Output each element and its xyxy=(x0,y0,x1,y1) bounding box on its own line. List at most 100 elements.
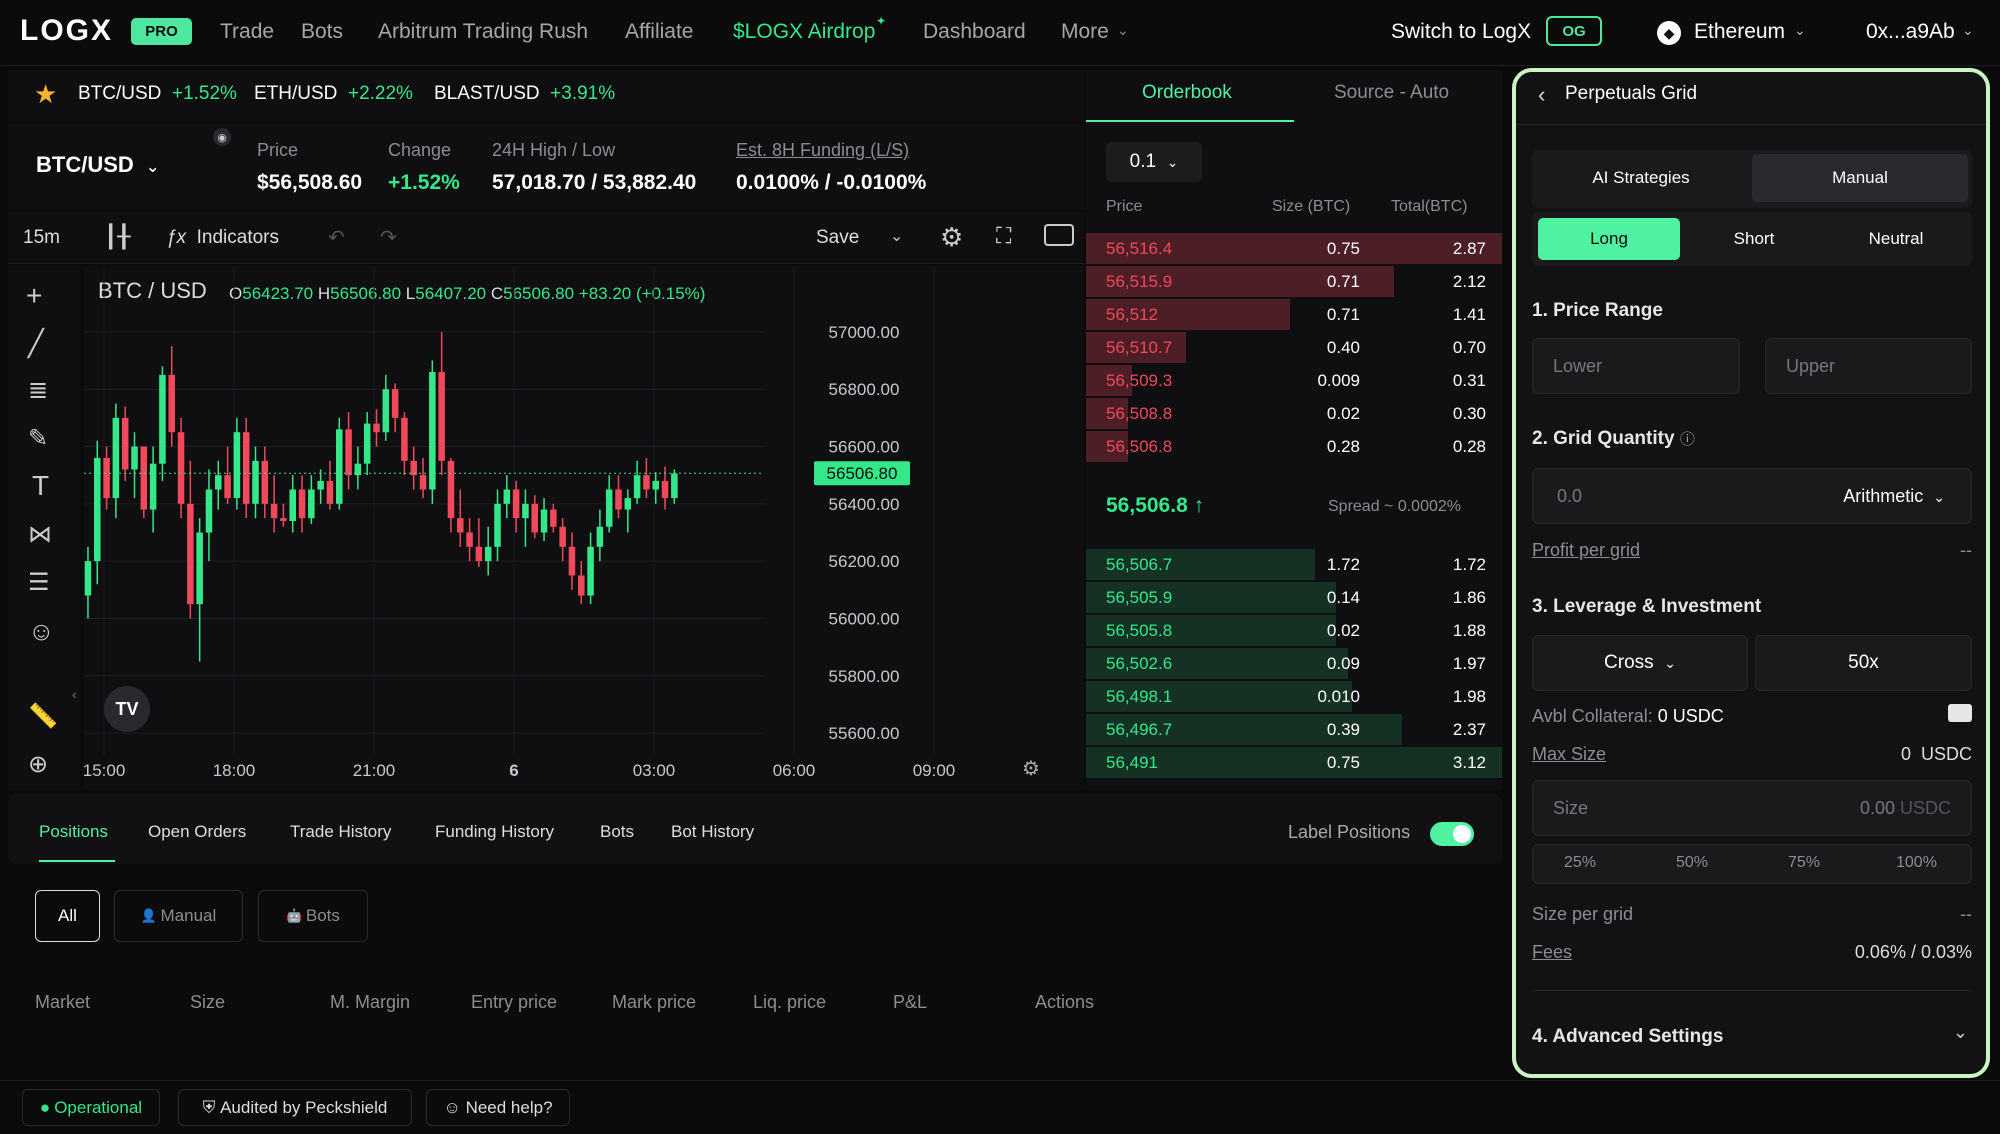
fullscreen-icon[interactable]: ⛶ xyxy=(996,223,1011,249)
pct-50[interactable]: 50% xyxy=(1676,854,1708,872)
upper-price-input[interactable]: Upper xyxy=(1765,338,1972,394)
bid-row[interactable]: 56,496.7 0.39 2.37 xyxy=(1086,713,1506,746)
undo-icon[interactable]: ↶ xyxy=(328,225,345,250)
chevron-down-icon[interactable]: ⌄ xyxy=(890,226,903,246)
audited-badge[interactable]: ⛨ Audited by Peckshield xyxy=(178,1089,412,1126)
wallet-address[interactable]: 0x...a9Ab xyxy=(1866,20,1955,44)
grid-quantity-input[interactable]: 0.0 Arithmetic ⌄ xyxy=(1532,468,1972,524)
bid-row[interactable]: 56,498.1 0.010 1.98 xyxy=(1086,680,1506,713)
side-neutral[interactable]: Neutral xyxy=(1826,218,1966,260)
settings-icon[interactable]: ⚙ xyxy=(940,222,963,253)
ticker-btc[interactable]: BTC/USD +1.52% xyxy=(78,83,237,105)
nav-affiliate[interactable]: Affiliate xyxy=(625,20,694,44)
ask-row[interactable]: 56,508.8 0.02 0.30 xyxy=(1086,397,1506,430)
price-chart[interactable]: BTC / USD O56423.70 H56506.80 L56407.20 … xyxy=(84,266,1084,790)
nav-dashboard[interactable]: Dashboard xyxy=(923,20,1026,44)
bid-row[interactable]: 56,506.7 1.72 1.72 xyxy=(1086,548,1506,581)
text-icon[interactable]: T xyxy=(32,470,49,502)
margin-mode-selector[interactable]: Cross ⌄ xyxy=(1532,635,1748,691)
mode-manual[interactable]: Manual xyxy=(1752,154,1968,202)
max-size-label[interactable]: Max Size xyxy=(1532,744,1606,765)
chart-settings-icon[interactable]: ⚙ xyxy=(1022,756,1040,781)
ask-row[interactable]: 56,512 0.71 1.41 xyxy=(1086,298,1506,331)
tick-size-selector[interactable]: 0.1 ⌄ xyxy=(1106,142,1202,182)
pct-100[interactable]: 100% xyxy=(1896,854,1937,872)
bid-row[interactable]: 56,505.9 0.14 1.86 xyxy=(1086,581,1506,614)
trend-line-icon[interactable]: ╱ xyxy=(28,328,44,359)
ask-row[interactable]: 56,510.7 0.40 0.70 xyxy=(1086,331,1506,364)
mode-ai-strategies[interactable]: AI Strategies xyxy=(1536,154,1746,202)
market-selector[interactable]: BTC/USD ⌄ xyxy=(36,152,159,178)
ask-row[interactable]: 56,516.4 0.75 2.87 xyxy=(1086,232,1506,265)
pct-75[interactable]: 75% xyxy=(1788,854,1820,872)
logo[interactable]: LOGX xyxy=(20,14,113,48)
info-icon[interactable]: ⓘ xyxy=(1680,431,1695,448)
side-long[interactable]: Long xyxy=(1538,218,1680,260)
profit-per-grid-label[interactable]: Profit per grid xyxy=(1532,540,1640,561)
funding-label[interactable]: Est. 8H Funding (L/S) xyxy=(736,140,909,161)
ticker-eth[interactable]: ETH/USD +2.22% xyxy=(254,83,413,105)
zoom-icon[interactable]: ⊕ xyxy=(28,750,48,779)
collapse-icon[interactable]: ◉ xyxy=(213,128,231,146)
ask-row[interactable]: 56,509.3 0.009 0.31 xyxy=(1086,364,1506,397)
bid-row[interactable]: 56,491 0.75 3.12 xyxy=(1086,746,1506,779)
candlestick-svg[interactable]: 57000.00 56800.00 56600.00 56400.00 56200.00… xyxy=(84,266,1084,790)
redo-icon[interactable]: ↷ xyxy=(380,225,397,250)
filter-manual[interactable]: 👤 Manual xyxy=(114,890,243,942)
switch-to-logx[interactable]: Switch to LogX xyxy=(1391,20,1531,44)
ask-row[interactable]: 56,506.8 0.28 0.28 xyxy=(1086,430,1506,463)
back-icon[interactable]: ‹ xyxy=(1538,82,1545,108)
tab-source-auto[interactable]: Source - Auto xyxy=(1334,82,1449,104)
camera-icon[interactable] xyxy=(1044,224,1074,246)
nav-more[interactable]: More xyxy=(1061,20,1109,44)
nav-arbitrum-trading-rush[interactable]: Arbitrum Trading Rush xyxy=(378,20,588,44)
fib-lines-icon[interactable]: ≣ xyxy=(28,376,48,405)
tab-trade-history[interactable]: Trade History xyxy=(290,822,391,842)
size-input[interactable]: Size 0.00 USDC xyxy=(1532,780,1972,836)
filter-all[interactable]: All xyxy=(35,890,100,942)
size-unit: USDC xyxy=(1899,798,1951,818)
save-button[interactable]: Save xyxy=(816,227,859,249)
leverage-selector[interactable]: 50x xyxy=(1755,635,1972,691)
wallet-icon[interactable] xyxy=(1948,704,1972,722)
tab-bots[interactable]: Bots xyxy=(600,822,634,842)
filter-bots[interactable]: 🤖 Bots xyxy=(258,890,368,942)
pct-25[interactable]: 25% xyxy=(1564,854,1596,872)
nav-trade[interactable]: Trade xyxy=(220,20,274,44)
side-short[interactable]: Short xyxy=(1684,218,1824,260)
status-operational[interactable]: ● Operational xyxy=(22,1089,160,1126)
interval-selector[interactable]: 15m xyxy=(23,227,60,249)
ask-row[interactable]: 56,515.9 0.71 2.12 xyxy=(1086,265,1506,298)
tab-bot-history[interactable]: Bot History xyxy=(671,822,754,842)
nav-bots[interactable]: Bots xyxy=(301,20,343,44)
tab-orderbook[interactable]: Orderbook xyxy=(1142,82,1232,104)
crosshair-icon[interactable]: + xyxy=(26,280,42,312)
label-positions-toggle[interactable] xyxy=(1430,822,1474,846)
candle-body xyxy=(308,489,315,519)
grid-type-selector[interactable]: Arithmetic ⌄ xyxy=(1843,486,1945,507)
network-selector[interactable]: Ethereum xyxy=(1694,20,1785,44)
tradingview-logo[interactable]: TV xyxy=(104,686,150,732)
ruler-icon[interactable]: 📏 xyxy=(28,702,58,731)
candle-type-icon[interactable]: ┃╂ xyxy=(104,224,131,250)
emoji-icon[interactable]: ☺ xyxy=(28,616,55,647)
tab-positions[interactable]: Positions xyxy=(39,822,108,842)
pattern-icon[interactable]: ⋈ xyxy=(28,520,52,549)
collapse-toolbar-icon[interactable]: ‹ xyxy=(72,686,77,702)
tab-funding-history[interactable]: Funding History xyxy=(435,822,554,842)
indicators-button[interactable]: ƒx Indicators xyxy=(166,227,279,249)
tab-open-orders[interactable]: Open Orders xyxy=(148,822,246,842)
advanced-settings-toggle[interactable]: 4. Advanced Settings xyxy=(1532,1026,1723,1048)
star-icon[interactable]: ★ xyxy=(34,79,57,110)
ticker-blast[interactable]: BLAST/USD +3.91% xyxy=(434,83,615,105)
brush-icon[interactable]: ✎ xyxy=(28,424,48,453)
forecast-icon[interactable]: ☰ xyxy=(28,568,50,597)
bid-row[interactable]: 56,505.8 0.02 1.88 xyxy=(1086,614,1506,647)
chevron-down-icon[interactable]: ⌄ xyxy=(1953,1022,1968,1043)
nav-logx-airdrop[interactable]: $LOGX Airdrop xyxy=(733,20,875,44)
x-tick-label: 15:00 xyxy=(84,761,125,780)
fees-label[interactable]: Fees xyxy=(1532,942,1572,963)
help-button[interactable]: ☺ Need help? xyxy=(426,1089,570,1126)
lower-price-input[interactable]: Lower xyxy=(1532,338,1740,394)
bid-row[interactable]: 56,502.6 0.09 1.97 xyxy=(1086,647,1506,680)
